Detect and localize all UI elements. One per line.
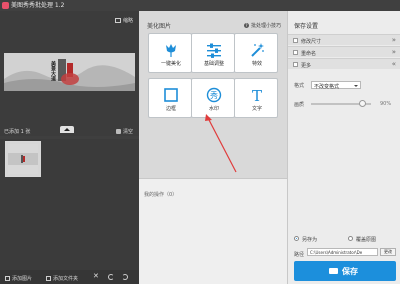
tool-label: 文字 xyxy=(251,106,262,112)
preview-image xyxy=(4,53,135,91)
tulip-icon xyxy=(166,44,176,57)
more-checkbox[interactable] xyxy=(293,62,298,67)
image-thumbnail[interactable] xyxy=(5,141,41,177)
chevron-down-icon xyxy=(354,85,358,87)
thumbnail-strip xyxy=(0,139,139,270)
add-image-button[interactable]: 添加图片 xyxy=(5,275,32,282)
history-label: 我的操作（0） xyxy=(144,192,178,198)
tool-label: 水印 xyxy=(208,106,219,112)
thumbnail-image xyxy=(8,144,38,174)
more-label: 更多 xyxy=(301,63,312,69)
beautify-title: 美化图片 xyxy=(147,23,172,30)
svg-text:秀: 秀 xyxy=(210,90,218,100)
text-T-icon: T xyxy=(252,87,262,103)
format-value: 不改变格式 xyxy=(314,84,340,90)
tips-label: 批处理小技巧 xyxy=(250,23,281,29)
tool-label: 一键美化 xyxy=(160,61,181,67)
save-as-radio[interactable] xyxy=(294,236,299,241)
save-label: 保存 xyxy=(342,267,358,276)
quality-label: 画质 xyxy=(294,102,305,108)
sliders-icon xyxy=(207,43,221,58)
tips-link[interactable]: ? 批处理小技巧 xyxy=(243,22,281,29)
save-settings-title: 保存设置 xyxy=(294,23,319,30)
image-list-panel: 缩略 美景大道 已添加 1 张 清空 添加图片 添加文件夹 ✕ xyxy=(0,11,139,284)
frame-icon xyxy=(164,88,178,102)
clear-label: 清空 xyxy=(122,129,133,135)
window-title: 美图秀秀批处理 1.2 xyxy=(11,2,65,9)
path-input[interactable]: C:\Users\Administrator\De xyxy=(307,248,378,256)
quality-value: 90% xyxy=(380,101,392,107)
rename-option[interactable]: 重命名 » xyxy=(288,46,400,57)
tool-label: 边框 xyxy=(165,106,176,112)
add-folder-button[interactable]: 添加文件夹 xyxy=(46,275,78,282)
help-icon: ? xyxy=(243,23,249,28)
delete-icon[interactable]: ✕ xyxy=(93,273,99,280)
more-option[interactable]: 更多 « xyxy=(288,58,400,69)
list-toolbar: 添加图片 添加文件夹 ✕ xyxy=(0,270,139,284)
tool-label: 基础调整 xyxy=(203,61,224,67)
collapse-icon: « xyxy=(391,60,396,68)
clear-button[interactable]: 清空 xyxy=(115,128,133,135)
folder-icon xyxy=(46,276,51,281)
path-value: C:\Users\Administrator\De xyxy=(310,250,363,255)
svg-text:T: T xyxy=(252,87,262,103)
resize-option[interactable]: 修改尺寸 » xyxy=(288,34,400,45)
added-count: 已添加 1 张 xyxy=(4,129,31,135)
thumbnail-icon xyxy=(114,18,121,23)
thumbnail-label: 缩略 xyxy=(122,18,133,24)
camera-icon xyxy=(329,268,338,274)
resize-label: 修改尺寸 xyxy=(301,39,322,45)
beautify-panel: 美化图片 ? 批处理小技巧 一键美化 基础调整 特效 边框 秀 水印 T 文字 … xyxy=(139,11,287,284)
format-select[interactable]: 不改变格式 xyxy=(311,81,361,90)
rotate-left-icon[interactable] xyxy=(108,274,114,280)
tool-basic-adjust[interactable]: 基础调整 xyxy=(191,33,235,73)
preview-area: 缩略 美景大道 已添加 1 张 清空 xyxy=(0,11,139,136)
tool-watermark[interactable]: 秀 水印 xyxy=(191,78,235,118)
image-preview: 美景大道 xyxy=(4,53,135,91)
save-as-label: 另存为 xyxy=(302,237,318,243)
quality-slider-handle[interactable] xyxy=(359,100,366,107)
overwrite-label: 覆盖原图 xyxy=(356,237,377,243)
watermark-icon: 秀 xyxy=(206,87,222,103)
expand-icon: » xyxy=(391,48,396,56)
title-bar: 美图秀秀批处理 1.2 xyxy=(0,0,400,11)
rotate-right-icon[interactable] xyxy=(122,274,128,280)
collapse-preview-button[interactable] xyxy=(60,126,74,133)
thumbnail-toggle[interactable]: 缩略 xyxy=(114,17,133,24)
preview-caption: 美景大道 xyxy=(50,61,56,81)
divider xyxy=(139,178,287,179)
tool-text[interactable]: T 文字 xyxy=(234,78,278,118)
path-label: 路径 xyxy=(294,252,305,258)
add-image-label: 添加图片 xyxy=(12,276,33,282)
expand-icon: » xyxy=(391,36,396,44)
format-label: 格式 xyxy=(294,83,305,89)
magic-wand-icon xyxy=(251,43,264,57)
tool-label: 特效 xyxy=(251,61,262,67)
tool-effects[interactable]: 特效 xyxy=(234,33,278,73)
rename-checkbox[interactable] xyxy=(293,50,298,55)
save-button[interactable]: 保存 xyxy=(294,261,396,281)
app-logo-icon xyxy=(2,2,9,9)
overwrite-radio[interactable] xyxy=(348,236,353,241)
resize-checkbox[interactable] xyxy=(293,38,298,43)
add-folder-label: 添加文件夹 xyxy=(53,276,79,282)
tool-auto-beautify[interactable]: 一键美化 xyxy=(148,33,192,73)
tool-frame[interactable]: 边框 xyxy=(148,78,192,118)
trash-icon xyxy=(115,129,121,134)
add-image-icon xyxy=(5,276,10,281)
rename-label: 重命名 xyxy=(301,51,317,57)
change-path-button[interactable]: 更改 xyxy=(380,248,396,256)
save-settings-panel: 保存设置 修改尺寸 » 重命名 » 更多 « 格式 不改变格式 画质 90% 另… xyxy=(287,11,400,284)
beautify-tools-area: 美化图片 ? 批处理小技巧 一键美化 基础调整 特效 边框 秀 水印 T 文字 xyxy=(139,11,287,178)
